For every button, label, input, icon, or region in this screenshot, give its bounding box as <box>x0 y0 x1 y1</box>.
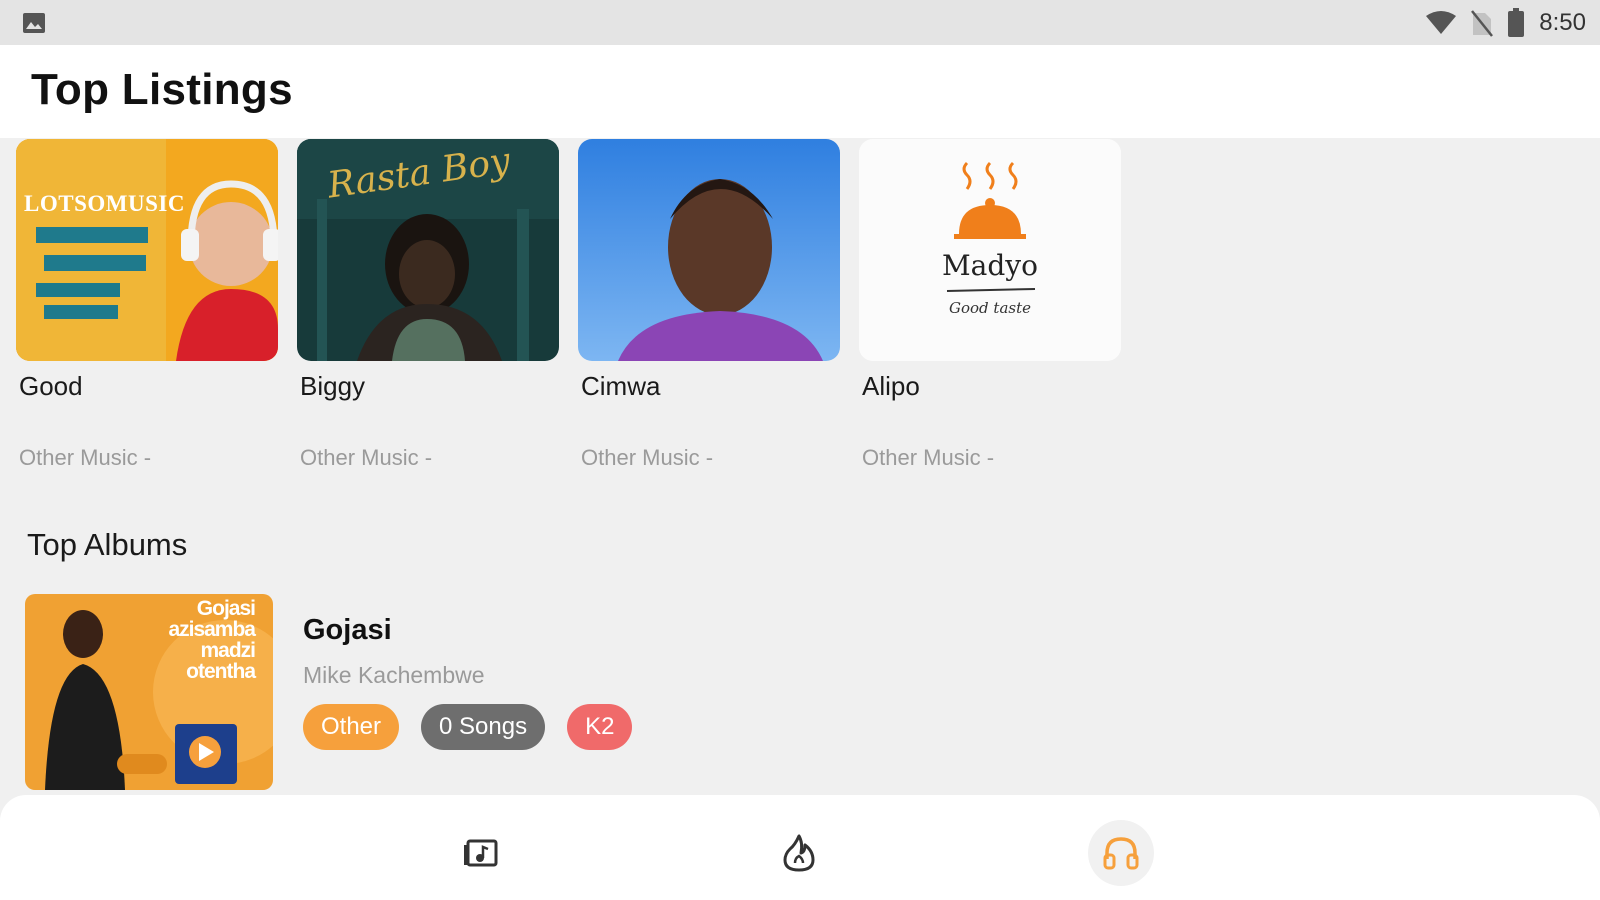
top-listings-row: LOTSOMUSIC Good Other Music - Rasta Boy … <box>16 139 1121 471</box>
cover-text-line: azisamba <box>168 618 256 641</box>
price-chip[interactable]: K2 <box>567 704 633 750</box>
album-chips: Other 0 Songs K2 <box>303 704 633 750</box>
headphones-icon <box>1103 837 1139 870</box>
cover-text-line: Gojasi <box>196 597 256 620</box>
listing-genre: Other Music - <box>862 445 995 470</box>
listing-name: Good <box>19 371 83 401</box>
listing-genre: Other Music - <box>581 445 714 470</box>
listing-name: Cimwa <box>581 371 661 401</box>
listing-card[interactable]: Rasta Boy Biggy Other Music - <box>297 139 559 471</box>
album-cover: Gojasi azisamba madzi otentha <box>25 594 273 790</box>
album-item[interactable]: Gojasi azisamba madzi otentha Gojasi Mik… <box>25 594 1425 790</box>
listing-art-text: LOTSOMUSIC <box>24 191 185 216</box>
portrait-artwork <box>578 139 840 361</box>
listing-art-subtext: Good taste <box>949 299 1031 317</box>
status-bar: 8:50 <box>0 0 1600 45</box>
wifi-icon <box>1426 11 1457 34</box>
gallery-icon <box>23 13 45 33</box>
status-icons: 8:50 <box>1425 8 1586 38</box>
nav-library-button[interactable] <box>448 820 514 886</box>
cover-text-line: madzi <box>200 639 256 662</box>
listing-art-text: Madyo <box>942 249 1038 282</box>
listing-card[interactable]: Cimwa Other Music - <box>578 139 840 471</box>
section-title-top-albums: Top Albums <box>27 527 188 562</box>
music-library-icon <box>464 839 498 867</box>
listing-artwork: Madyo Good taste <box>859 139 1121 361</box>
lotsomusic-artwork <box>16 139 278 361</box>
listing-genre: Other Music - <box>300 445 433 470</box>
listing-artwork: Rasta Boy <box>297 139 559 361</box>
status-time: 8:50 <box>1539 9 1586 36</box>
album-title: Gojasi <box>303 614 392 646</box>
nav-trending-button[interactable] <box>766 820 832 886</box>
cover-text-line: otentha <box>186 660 256 683</box>
nav-listen-button[interactable] <box>1088 820 1154 886</box>
listing-artwork: LOTSOMUSIC <box>16 139 278 361</box>
album-artist: Mike Kachembwe <box>303 662 485 688</box>
app-header: Top Listings <box>0 45 1600 138</box>
genre-chip[interactable]: Other <box>303 704 400 750</box>
song-count-chip[interactable]: 0 Songs <box>421 704 546 750</box>
listing-name: Biggy <box>300 371 366 401</box>
trending-fire-icon <box>783 834 815 872</box>
bottom-navigation <box>0 795 1600 900</box>
battery-icon <box>1508 8 1525 37</box>
listing-genre: Other Music - <box>19 445 152 470</box>
listing-name: Alipo <box>862 371 920 401</box>
album-cover-text: Gojasi azisamba madzi otentha <box>168 597 256 683</box>
listing-card[interactable]: Madyo Good taste Alipo Other Music - <box>859 139 1121 471</box>
page-title: Top Listings <box>31 65 293 114</box>
listing-card[interactable]: LOTSOMUSIC Good Other Music - <box>16 139 278 471</box>
no-sim-icon <box>1471 10 1494 37</box>
listing-artwork <box>578 139 840 361</box>
